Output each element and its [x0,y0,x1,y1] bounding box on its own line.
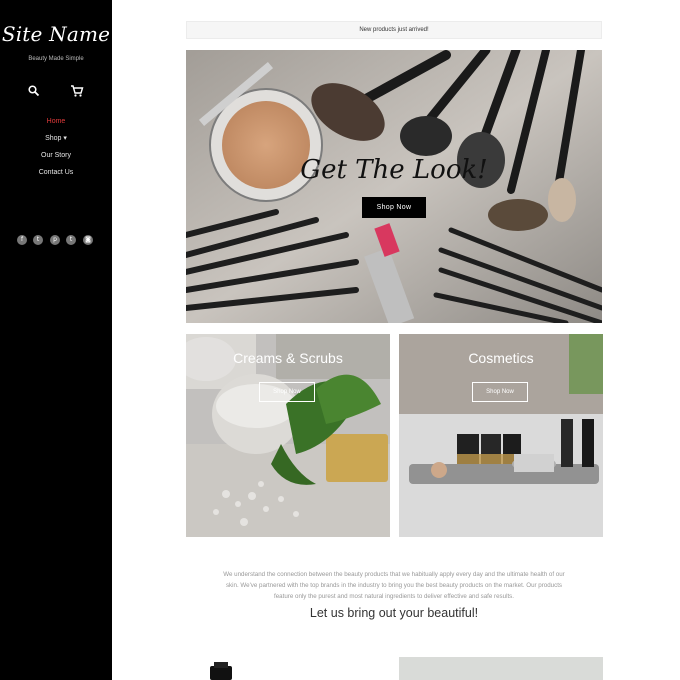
feature-teaser-image [399,657,603,680]
pinterest-icon[interactable]: p [50,235,60,245]
instagram-icon[interactable]: ◙ [83,235,93,245]
tile-title-cosmetics: Cosmetics [468,350,534,366]
tumblr-icon[interactable]: t [66,235,76,245]
creams-scrubs-shop-now-button[interactable]: Shop Now [259,382,315,402]
twitter-icon[interactable]: t [33,235,43,245]
sidebar-nav: Home Shop ▾ Our Story Contact Us [0,117,112,185]
cosmetics-shop-now-button[interactable]: Shop Now [472,382,528,402]
announcement-bar: New products just arrived! [186,21,602,39]
hero-image [186,50,602,323]
sidebar: Site Name Beauty Made Simple Home Shop ▾… [0,0,112,680]
tile-title-creams-scrubs: Creams & Scrubs [233,350,343,366]
sidebar-icon-row [0,84,112,98]
nav-item-contact-us[interactable]: Contact Us [0,168,112,185]
nav-item-our-story[interactable]: Our Story [0,151,112,168]
hero-banner: Get The Look! Shop Now [186,50,602,323]
cart-icon[interactable] [70,84,84,98]
about-paragraph: We understand the connection between the… [223,571,565,600]
site-name-logo[interactable]: Site Name [0,22,112,46]
hero-shop-now-button[interactable]: Shop Now [362,197,426,218]
site-tagline: Beauty Made Simple [28,56,84,62]
search-icon[interactable] [27,84,41,98]
nav-item-shop[interactable]: Shop ▾ [0,134,112,151]
tile-creams-scrubs[interactable]: Creams & Scrubs Shop Now [186,334,390,537]
facebook-icon[interactable]: f [17,235,27,245]
social-links: f t p t ◙ [17,235,97,246]
tile-cosmetics[interactable]: Cosmetics Shop Now [399,334,603,537]
slogan-heading: Let us bring out your beautiful! [309,606,479,620]
hero-title: Get The Look! [300,155,488,185]
product-teaser-image [200,660,240,680]
nav-item-home[interactable]: Home [0,117,112,134]
